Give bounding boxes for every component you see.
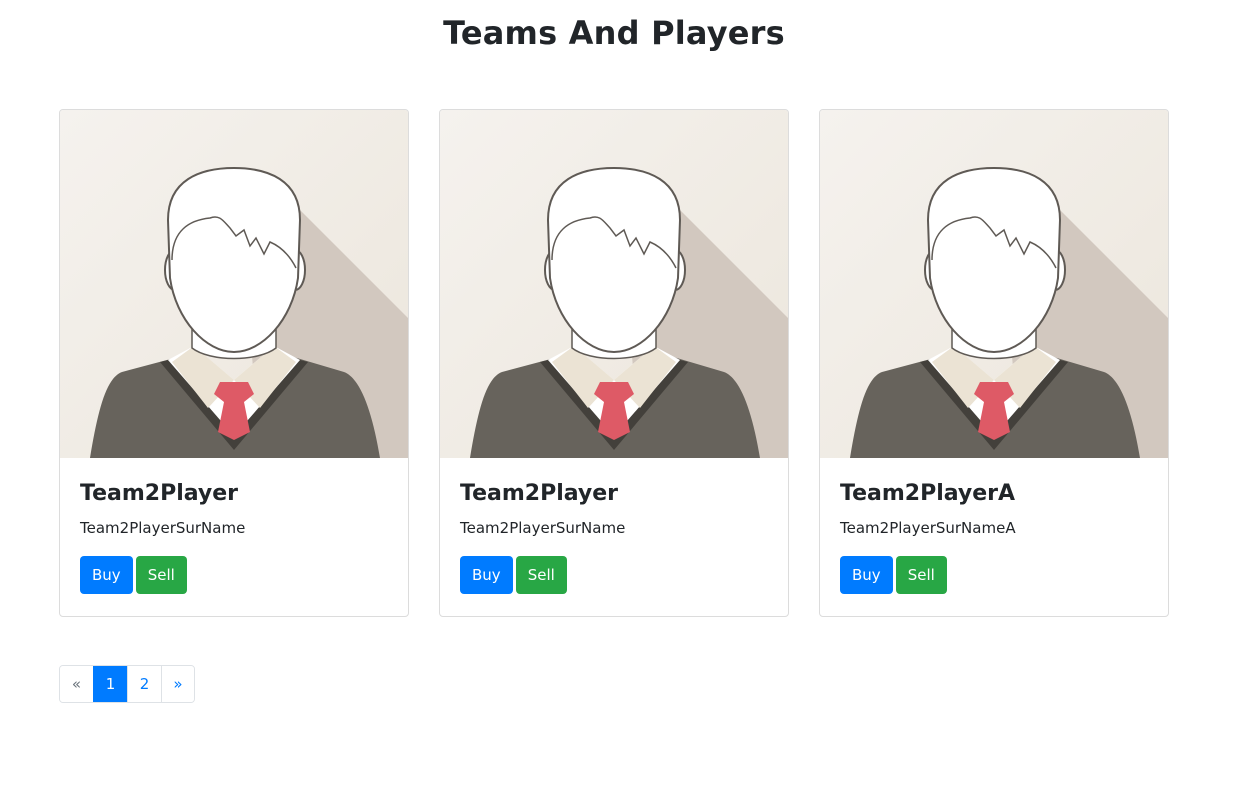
sell-button[interactable]: Sell xyxy=(135,556,187,594)
player-card: Team2Player Team2PlayerSurName Buy Sell xyxy=(59,109,409,617)
pagination-previous[interactable]: « xyxy=(60,666,93,702)
buy-button[interactable]: Buy xyxy=(80,556,133,594)
player-surname: Team2PlayerSurName xyxy=(460,519,626,537)
buy-button[interactable]: Buy xyxy=(840,556,893,594)
player-name: Team2Player xyxy=(460,481,619,506)
sell-button[interactable]: Sell xyxy=(895,556,947,594)
player-card-list: Team2Player Team2PlayerSurName Buy Sell T… xyxy=(59,109,1169,617)
page-title: Teams And Players xyxy=(443,14,785,52)
pagination-page-1[interactable]: 1 xyxy=(93,666,127,702)
pagination-next[interactable]: » xyxy=(161,666,194,702)
pagination-page-2[interactable]: 2 xyxy=(127,666,161,702)
player-surname: Team2PlayerSurNameA xyxy=(840,519,1016,537)
pagination: « 1 2 » xyxy=(59,665,195,703)
player-name: Team2Player xyxy=(80,481,239,506)
avatar-placeholder-icon xyxy=(820,110,1168,458)
player-surname: Team2PlayerSurName xyxy=(80,519,246,537)
player-name: Team2PlayerA xyxy=(840,481,1016,506)
sell-button[interactable]: Sell xyxy=(515,556,567,594)
buy-button[interactable]: Buy xyxy=(460,556,513,594)
avatar-placeholder-icon xyxy=(60,110,408,458)
player-card: Team2Player Team2PlayerSurName Buy Sell xyxy=(439,109,789,617)
avatar-placeholder-icon xyxy=(440,110,788,458)
player-card: Team2PlayerA Team2PlayerSurNameA Buy Sell xyxy=(819,109,1169,617)
